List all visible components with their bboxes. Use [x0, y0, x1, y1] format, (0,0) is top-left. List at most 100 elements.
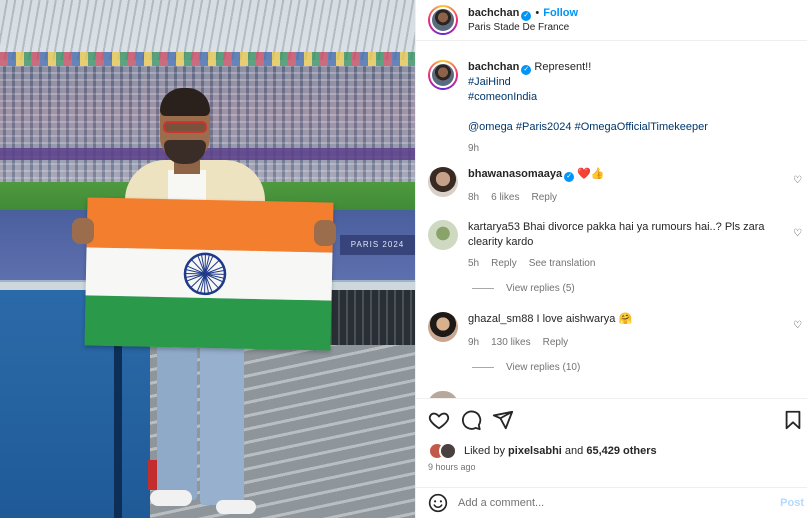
paris-2024-sign: PARIS 2024 — [340, 235, 415, 255]
flags-band — [0, 52, 415, 66]
liked-by-prefix: Liked by — [464, 445, 505, 457]
post-side-panel: bachchan ✓ • Follow Paris Stade De France b… — [415, 0, 807, 518]
avatar-image — [430, 7, 456, 33]
comment-input[interactable]: Add a comment... — [458, 497, 758, 509]
like-comment-heart-icon[interactable]: ♡ — [793, 228, 802, 239]
hashtag-link[interactable]: #comeonIndia — [468, 91, 537, 103]
comment-body: ghazal_sm88 I love aishwarya 🤗 9h 130 lik… — [468, 312, 786, 350]
post-location[interactable]: Paris Stade De France — [468, 21, 578, 35]
avatar-image — [428, 220, 458, 250]
flag-saffron-band — [86, 197, 334, 253]
flag-white-band — [85, 247, 333, 301]
avatar-image — [428, 167, 458, 197]
verified-badge-icon: ✓ — [521, 10, 532, 21]
like-comment-heart-icon[interactable]: ♡ — [793, 320, 802, 331]
follow-button[interactable]: Follow — [543, 7, 578, 19]
caption-avatar[interactable] — [428, 60, 458, 90]
comment-text: I love aishwarya — [536, 313, 616, 325]
emoji-smiley-icon[interactable] — [428, 493, 448, 513]
commenter-avatar[interactable] — [428, 312, 458, 342]
comments-list[interactable]: bachchan ✓ Represent!! #JaiHind #comeonIn… — [416, 42, 807, 398]
view-replies-button[interactable]: View replies (10) — [472, 362, 580, 373]
like-heart-icon[interactable] — [428, 409, 450, 431]
liked-by-others[interactable]: 65,429 others — [586, 445, 656, 457]
avatar-image — [430, 62, 456, 88]
caption-username[interactable]: bachchan — [468, 61, 519, 73]
verified-badge-icon: ✓ — [564, 172, 575, 182]
comment-item: bhawanasomaaya ✓ ❤️👍 8h 6 likes Reply ♡ — [428, 167, 806, 205]
comment-time: 5h — [468, 258, 480, 269]
hashtag-link[interactable]: #Paris2024 — [516, 121, 572, 133]
instagram-post: PARIS 2024 bachchan ✓ • Follow Paris Sta… — [0, 0, 807, 518]
view-replies-button[interactable]: View replies (5) — [472, 283, 575, 294]
commenter-avatar[interactable] — [428, 391, 458, 398]
person-leg-right — [200, 340, 244, 505]
commenter-username[interactable]: bhawanasomaaya — [468, 168, 562, 180]
caption-meta: 9h — [468, 141, 786, 156]
comment-body: kartarya53 Bhai divorce pakka hai ya rum… — [468, 220, 786, 271]
comment-meta: 9h 130 likes Reply — [468, 335, 786, 350]
replies-line — [472, 288, 494, 289]
see-translation-button[interactable]: See translation — [529, 258, 596, 269]
caption-time[interactable]: 9h — [468, 143, 479, 154]
avatar-image — [428, 312, 458, 342]
person-hand-left — [72, 218, 94, 244]
stadium-roof — [0, 0, 415, 60]
comment-text: ❤️👍 — [577, 168, 605, 180]
comment-likes[interactable]: 130 likes — [491, 337, 530, 348]
comment-likes[interactable]: 6 likes — [491, 192, 519, 203]
reply-button[interactable]: Reply — [491, 258, 517, 269]
person-shoe-right — [216, 500, 256, 514]
likes-summary: Liked by pixelsabhi and 65,429 others — [428, 442, 657, 460]
caption-body: bachchan ✓ Represent!! #JaiHind #comeonIn… — [468, 60, 786, 156]
view-replies-label: View replies (5) — [506, 283, 575, 294]
comment-input-bar: Add a comment... Post — [416, 487, 807, 518]
post-timestamp[interactable]: 9 hours ago — [428, 462, 476, 472]
liker-avatars — [428, 442, 458, 460]
post-photo[interactable]: PARIS 2024 — [0, 0, 415, 518]
comment-item: kartarya53 Bhai divorce pakka hai ya rum… — [428, 220, 806, 271]
like-comment-heart-icon[interactable]: ♡ — [793, 175, 802, 186]
person-hand-right — [314, 220, 336, 246]
post-comment-button[interactable]: Post — [780, 497, 804, 509]
liker-avatar[interactable] — [439, 442, 457, 460]
comment-bubble-icon[interactable] — [460, 409, 482, 431]
caption: bachchan ✓ Represent!! #JaiHind #comeonIn… — [428, 60, 806, 156]
share-send-icon[interactable] — [492, 409, 514, 431]
person-glasses — [163, 121, 207, 133]
author-username[interactable]: bachchan — [468, 7, 519, 19]
comment-time: 9h — [468, 337, 480, 348]
replies-line — [472, 367, 494, 368]
action-bar — [416, 398, 807, 440]
caption-text: Represent!! — [534, 61, 592, 73]
comment-item: ghazal_sm88 I love aishwarya 🤗 9h 130 lik… — [428, 312, 806, 350]
comment-time: 8h — [468, 192, 480, 203]
commenter-avatar[interactable] — [428, 220, 458, 250]
post-header: bachchan ✓ • Follow Paris Stade De France — [416, 0, 807, 41]
author-avatar[interactable] — [428, 5, 458, 35]
view-replies-label: View replies (10) — [506, 362, 581, 373]
reply-button[interactable]: Reply — [543, 337, 569, 348]
india-flag — [84, 197, 334, 351]
commenter-avatar[interactable] — [428, 167, 458, 197]
hashtag-link[interactable]: #JaiHind — [468, 76, 511, 88]
commenter-username[interactable]: ghazal_sm88 — [468, 313, 533, 325]
liked-by-user[interactable]: pixelsabhi — [508, 445, 562, 457]
save-bookmark-icon[interactable] — [782, 409, 804, 431]
comment-item-partial — [428, 391, 806, 398]
person-shoe-left — [150, 490, 192, 506]
hashtag-link[interactable]: #OmegaOfficialTimekeeper — [575, 121, 708, 133]
flag-green-band — [84, 295, 332, 351]
verified-badge-icon: ✓ — [521, 65, 532, 75]
commenter-username[interactable]: kartarya53 — [468, 221, 520, 233]
comment-meta: 5h Reply See translation — [468, 256, 786, 271]
mention-link[interactable]: @omega — [468, 121, 513, 133]
author-info: bachchan ✓ • Follow Paris Stade De France — [468, 6, 578, 35]
comment-meta: 8h 6 likes Reply — [468, 190, 786, 205]
reply-button[interactable]: Reply — [531, 192, 557, 203]
comment-body: bhawanasomaaya ✓ ❤️👍 8h 6 likes Reply — [468, 167, 786, 205]
separator-dot: • — [535, 6, 540, 19]
ashoka-chakra-icon — [183, 252, 227, 296]
stadium-banner — [0, 148, 415, 160]
